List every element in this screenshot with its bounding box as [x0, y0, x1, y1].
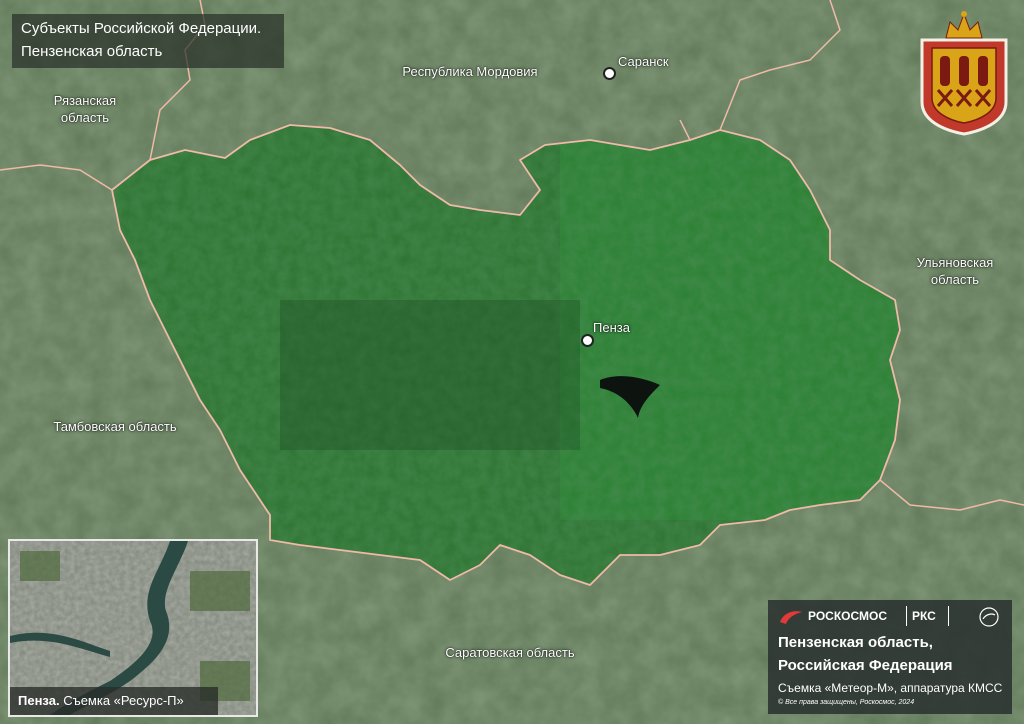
info-line-1: Пензенская область, — [778, 634, 933, 651]
inset-city-photo: Пенза. Съемка «Ресурс-П» — [8, 539, 258, 717]
logos-row: РОСКОСМОС РКС — [778, 606, 1004, 630]
label-ryazan: Рязанская область — [53, 93, 117, 125]
title-box: Субъекты Российской Федерации. Пензенска… — [12, 14, 284, 68]
logo-roscosmos-text: РОСКОСМОС — [808, 609, 888, 623]
info-panel: РОСКОСМОС РКС Пензенская область, Россий… — [768, 600, 1012, 714]
title-line-1: Субъекты Российской Федерации. — [21, 20, 262, 37]
info-line-3: Съемка «Метеор-М», аппаратура КМСС — [778, 681, 1003, 695]
label-mordovia: Республика Мордовия — [402, 64, 538, 79]
saransk-dot-icon — [603, 67, 616, 80]
label-penza: Пенза — [593, 320, 630, 335]
label-saratov: Саратовская область — [445, 645, 575, 660]
copyright: © Все права защищены, Роскосмос, 2024 — [778, 699, 915, 706]
roscosmos-logo-icon — [780, 611, 802, 624]
label-tambov: Тамбовская область — [53, 419, 177, 434]
logo-rks-text: РКС — [912, 609, 936, 623]
roscosmos-emblem-icon — [979, 607, 999, 627]
label-saransk: Саранск — [618, 54, 669, 69]
inset-caption-text: Съемка «Ресурс-П» — [63, 693, 184, 708]
info-line-2: Российская Федерация — [778, 657, 953, 674]
label-ulyanovsk: Ульяновская область — [916, 255, 994, 287]
inset-city-name: Пенза. — [18, 693, 60, 708]
inset-caption: Пенза. Съемка «Ресурс-П» — [10, 687, 218, 715]
title-line-2: Пензенская область — [21, 43, 163, 60]
coat-of-arms-icon — [920, 11, 1008, 136]
